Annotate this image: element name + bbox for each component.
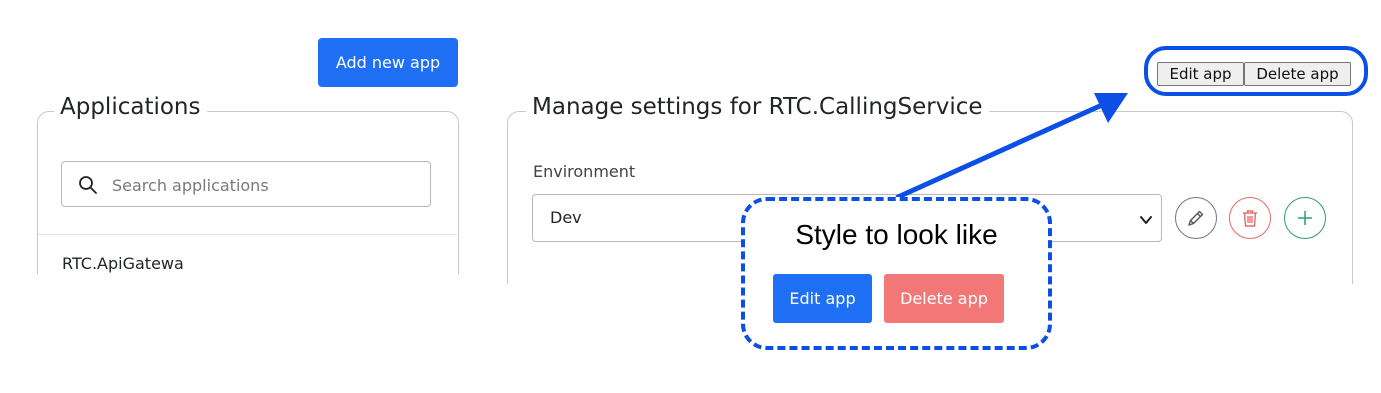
pencil-icon: [1188, 210, 1204, 226]
trash-icon: [1243, 210, 1257, 227]
environment-label: Environment: [533, 162, 636, 181]
plus-icon: [1298, 211, 1312, 225]
search-box: [61, 161, 431, 207]
callout-delete-app-button[interactable]: Delete app: [884, 274, 1004, 323]
applications-legend: Applications: [54, 94, 207, 120]
add-environment-button[interactable]: [1284, 197, 1326, 239]
callout-edit-app-button[interactable]: Edit app: [773, 274, 872, 323]
style-callout: Style to look like Edit app Delete app: [741, 197, 1052, 350]
edit-environment-button[interactable]: [1175, 197, 1217, 239]
delete-app-button[interactable]: Delete app: [1244, 62, 1351, 86]
chevron-down-icon: [1139, 212, 1153, 226]
add-new-app-button[interactable]: Add new app: [318, 38, 458, 87]
annotation-arrow: [895, 93, 1128, 200]
search-icon: [78, 175, 98, 195]
list-divider: [38, 234, 457, 235]
callout-title: Style to look like: [795, 219, 998, 250]
edit-app-button[interactable]: Edit app: [1157, 62, 1244, 86]
delete-environment-button[interactable]: [1229, 197, 1271, 239]
environment-selected-value: Dev: [550, 208, 582, 227]
list-item-app[interactable]: RTC.ApiGatewa: [62, 254, 184, 273]
search-applications-input[interactable]: [110, 170, 414, 200]
